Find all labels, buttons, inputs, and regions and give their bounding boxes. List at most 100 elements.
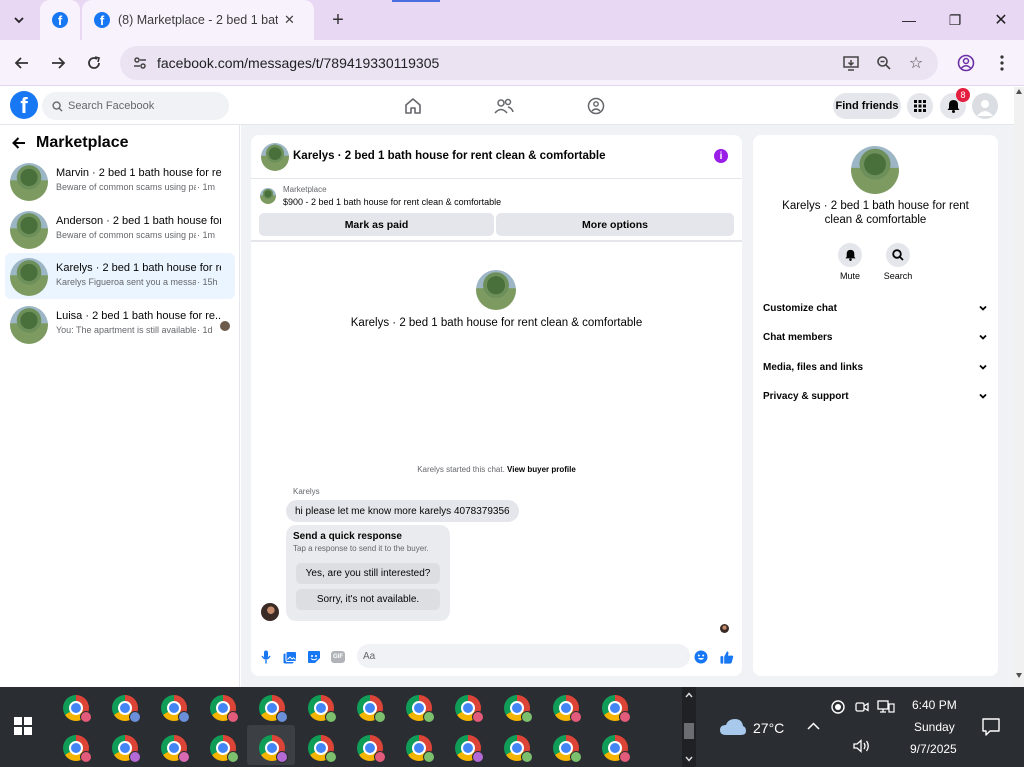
- search-chat-button[interactable]: Search: [873, 243, 923, 281]
- volume-icon[interactable]: [853, 739, 871, 753]
- taskbar-scrollbar[interactable]: [682, 687, 696, 767]
- tab-pinned-facebook[interactable]: f: [40, 0, 80, 40]
- emoji-icon[interactable]: [694, 650, 708, 664]
- listing-price[interactable]: $900 - 2 bed 1 bath house for rent clean…: [283, 197, 501, 207]
- chrome-taskbar-icon[interactable]: [63, 695, 92, 723]
- minimize-button[interactable]: —: [886, 0, 932, 40]
- chevron-up-icon[interactable]: [685, 692, 693, 698]
- scroll-up-icon[interactable]: [1016, 89, 1022, 94]
- chrome-taskbar-icon[interactable]: [455, 735, 484, 763]
- more-options-button[interactable]: More options: [496, 213, 734, 236]
- chrome-taskbar-icon[interactable]: [308, 735, 337, 763]
- back-arrow-icon[interactable]: [12, 136, 26, 150]
- cloud-weather-icon[interactable]: [719, 718, 747, 736]
- clock-date[interactable]: 9/7/2025: [910, 742, 957, 756]
- chrome-taskbar-icon[interactable]: [259, 735, 288, 763]
- tab-search-button[interactable]: [6, 8, 32, 32]
- conversation-item-karelys[interactable]: Karelys · 2 bed 1 bath house for re... K…: [5, 253, 235, 299]
- mute-button[interactable]: Mute: [825, 243, 875, 281]
- chrome-taskbar-icon[interactable]: [406, 695, 435, 723]
- notification-center-icon[interactable]: [982, 718, 1000, 736]
- conversation-item-marvin[interactable]: Marvin · 2 bed 1 bath house for re... Be…: [5, 158, 235, 204]
- back-button[interactable]: [10, 51, 34, 75]
- chrome-taskbar-icon[interactable]: [504, 695, 533, 723]
- listing-thumb[interactable]: [260, 188, 276, 204]
- customize-chat-section[interactable]: Customize chat: [763, 299, 988, 317]
- conversation-item-luisa[interactable]: Luisa · 2 bed 1 bath house for re... You…: [5, 301, 235, 347]
- account-avatar[interactable]: [972, 93, 998, 119]
- meet-icon[interactable]: [855, 700, 869, 714]
- quick-response-sorry-button[interactable]: Sorry, it's not available.: [296, 589, 440, 610]
- chrome-taskbar-icon[interactable]: [210, 735, 239, 763]
- clock-day[interactable]: Sunday: [914, 720, 955, 734]
- gif-icon[interactable]: GIF: [331, 650, 345, 664]
- chrome-taskbar-icon[interactable]: [406, 735, 435, 763]
- chrome-taskbar-icon[interactable]: [602, 735, 631, 763]
- site-settings-icon[interactable]: [132, 55, 148, 71]
- temperature-text[interactable]: 27°C: [753, 720, 784, 736]
- chat-members-section[interactable]: Chat members: [763, 328, 988, 346]
- start-button[interactable]: [14, 717, 32, 738]
- chrome-taskbar-icon[interactable]: [161, 695, 190, 723]
- chrome-taskbar-icon[interactable]: [112, 735, 141, 763]
- message-input[interactable]: [363, 650, 663, 662]
- chrome-taskbar-icon[interactable]: [602, 695, 631, 723]
- taskbar-scroll-thumb[interactable]: [684, 723, 694, 739]
- page-scrollbar[interactable]: [1014, 87, 1024, 687]
- chrome-taskbar-icon[interactable]: [63, 735, 92, 763]
- view-buyer-profile-link[interactable]: View buyer profile: [507, 465, 576, 474]
- tab-close-icon[interactable]: ✕: [284, 12, 295, 28]
- profile-button[interactable]: [954, 51, 978, 75]
- restore-button[interactable]: ❐: [932, 0, 978, 40]
- zoom-icon[interactable]: [874, 53, 894, 73]
- chrome-taskbar-icon[interactable]: [308, 695, 337, 723]
- record-icon[interactable]: [831, 700, 845, 714]
- chrome-taskbar-icon[interactable]: [553, 735, 582, 763]
- network-icon[interactable]: [877, 700, 895, 714]
- photo-icon[interactable]: [283, 650, 297, 664]
- privacy-support-section[interactable]: Privacy & support: [763, 387, 988, 405]
- tab-marketplace[interactable]: f (8) Marketplace - 2 bed 1 bath house f…: [82, 0, 314, 40]
- reload-button[interactable]: [82, 51, 106, 75]
- media-files-links-section[interactable]: Media, files and links: [763, 358, 988, 376]
- scroll-down-icon[interactable]: [1016, 673, 1022, 678]
- new-tab-button[interactable]: +: [326, 8, 350, 32]
- message-composer[interactable]: [357, 644, 690, 668]
- chrome-taskbar-icon[interactable]: [553, 695, 582, 723]
- chrome-taskbar-icon[interactable]: [161, 735, 190, 763]
- facebook-logo-icon[interactable]: f: [10, 91, 38, 119]
- mark-as-paid-button[interactable]: Mark as paid: [259, 213, 494, 236]
- home-nav-icon[interactable]: [402, 95, 424, 117]
- groups-nav-icon[interactable]: [585, 95, 607, 117]
- clock-time[interactable]: 6:40 PM: [912, 698, 957, 712]
- chrome-taskbar-icon[interactable]: [504, 735, 533, 763]
- chat-title[interactable]: Karelys · 2 bed 1 bath house for rent cl…: [293, 150, 606, 162]
- chevron-down-icon[interactable]: [685, 756, 693, 762]
- find-friends-button[interactable]: Find friends: [833, 93, 901, 119]
- close-window-button[interactable]: ✕: [978, 0, 1024, 40]
- thumbs-up-icon[interactable]: [720, 650, 734, 664]
- browser-menu-button[interactable]: [990, 51, 1014, 75]
- chrome-taskbar-icon[interactable]: [357, 695, 386, 723]
- address-bar[interactable]: facebook.com/messages/t/789419330119305 …: [120, 46, 938, 80]
- facebook-search-input[interactable]: [68, 100, 218, 112]
- chrome-taskbar-icon[interactable]: [455, 695, 484, 723]
- info-icon[interactable]: i: [714, 149, 728, 163]
- facebook-search-box[interactable]: [42, 92, 229, 120]
- chrome-taskbar-icon[interactable]: [357, 735, 386, 763]
- sticker-icon[interactable]: [307, 650, 321, 664]
- chrome-taskbar-icon[interactable]: [210, 695, 239, 723]
- install-app-icon[interactable]: [842, 53, 862, 73]
- microphone-icon[interactable]: [259, 650, 273, 664]
- forward-button[interactable]: [46, 51, 70, 75]
- message-bubble[interactable]: hi please let me know more karelys 40783…: [286, 500, 519, 522]
- conversation-item-anderson[interactable]: Anderson · 2 bed 1 bath house for ... Be…: [5, 206, 235, 252]
- chrome-taskbar-icon[interactable]: [112, 695, 141, 723]
- bookmark-star-icon[interactable]: ☆: [906, 53, 926, 73]
- menu-grid-button[interactable]: [907, 93, 933, 119]
- chrome-taskbar-icon[interactable]: [259, 695, 288, 723]
- quick-response-yes-button[interactable]: Yes, are you still interested?: [296, 563, 440, 584]
- chevron-up-icon[interactable]: [807, 722, 820, 730]
- chat-avatar[interactable]: [261, 143, 289, 171]
- friends-nav-icon[interactable]: [493, 95, 515, 117]
